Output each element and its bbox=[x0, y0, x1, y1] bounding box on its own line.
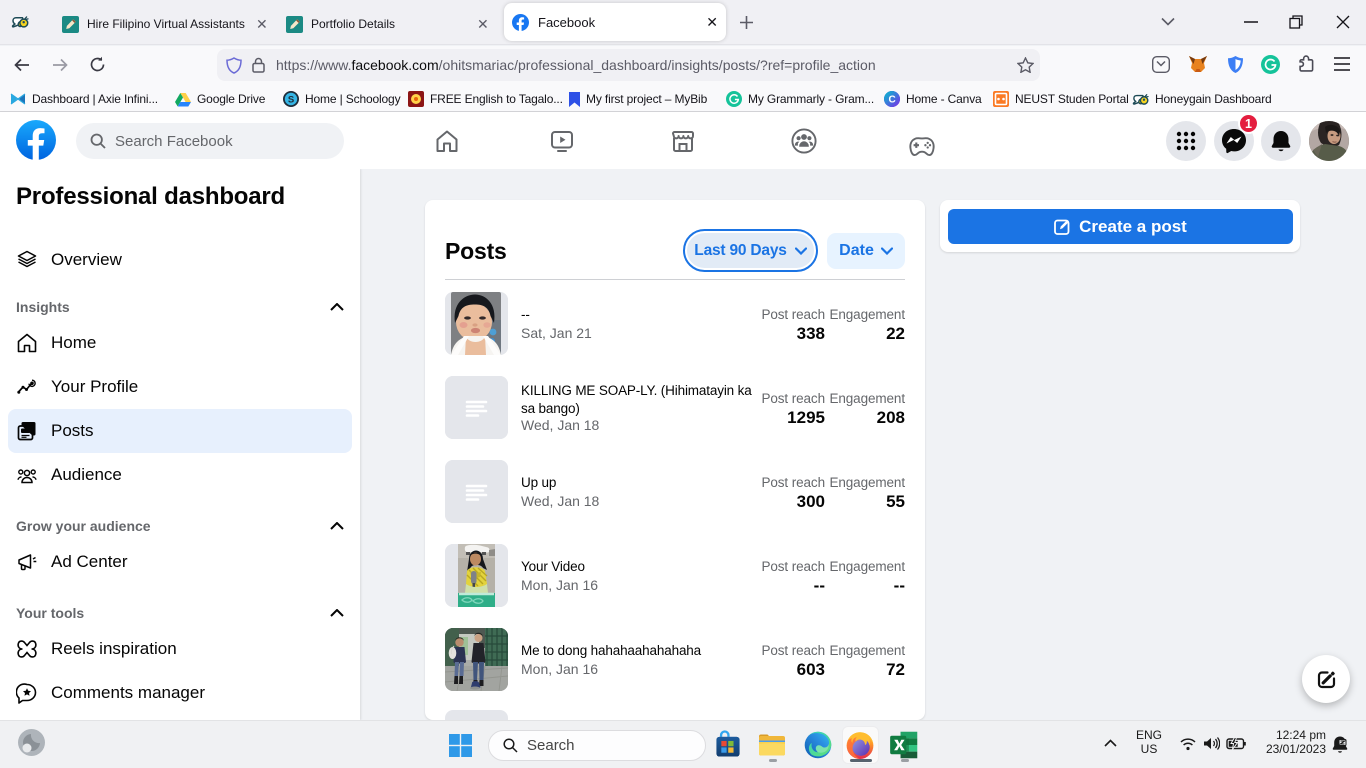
svg-text:S: S bbox=[288, 94, 294, 105]
svg-text:C: C bbox=[888, 95, 895, 106]
